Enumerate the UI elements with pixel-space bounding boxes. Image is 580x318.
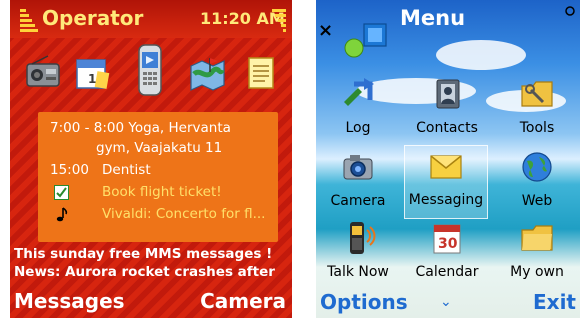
softkey-right-camera[interactable]: Camera	[200, 289, 286, 313]
talk-now-icon	[340, 220, 376, 256]
cloud-decoration	[436, 40, 526, 70]
agenda-panel[interactable]: 7:00 - 8:00 Yoga, Hervanta gym, Vaajakat…	[38, 112, 278, 242]
battery-icon	[272, 6, 286, 32]
track-title: Vivaldi: Concerto for fl...	[102, 206, 266, 222]
status-bar: Operator 11:20 AM	[10, 0, 292, 38]
ticker-line[interactable]: This sunday free MMS messages !	[14, 246, 272, 262]
todo-title: Book flight ticket!	[102, 184, 222, 200]
contacts-icon	[429, 76, 465, 112]
calendar-day: 30	[438, 236, 458, 252]
menu-item-my-own[interactable]: My own	[496, 218, 578, 290]
agenda-title: Dentist	[102, 162, 151, 178]
softkey-middle-chevron-down-icon[interactable]: ⌄	[440, 294, 452, 310]
menu-item-label: Messaging	[408, 192, 484, 208]
music-note-icon	[54, 207, 69, 222]
shortcut-bar: 1	[10, 44, 292, 102]
signal-icon	[564, 2, 576, 16]
menu-item-label: Contacts	[416, 120, 478, 136]
close-icon[interactable]: ×	[318, 20, 333, 41]
menu-item-label: My own	[510, 264, 564, 280]
operator-name: Operator	[42, 6, 144, 30]
softkey-left-messages[interactable]: Messages	[14, 289, 125, 313]
menu-item-tools[interactable]: Tools	[496, 74, 578, 146]
menu-item-label: Web	[521, 193, 553, 209]
menu-item-contacts[interactable]: Contacts	[406, 74, 488, 146]
menu-item-messaging[interactable]: Messaging	[404, 145, 488, 219]
phone-icon[interactable]	[132, 44, 168, 96]
menu-item-talk-now[interactable]: Talk Now	[317, 218, 399, 290]
menu-item-camera[interactable]: Camera	[317, 147, 399, 219]
menu-item-label: Tools	[519, 120, 555, 136]
menu-item-log[interactable]: Log	[317, 74, 399, 146]
web-icon	[519, 149, 555, 185]
radio-icon[interactable]	[24, 54, 62, 92]
menu-item-label: Talk Now	[327, 264, 389, 280]
menu-item-label: Camera	[330, 193, 386, 209]
calendar-icon: 30	[429, 220, 465, 256]
menu-screen: × Menu Log Contacts Tools Camera Messagi…	[316, 0, 580, 318]
standby-screen: Operator 11:20 AM 1 7:00 - 8:00 Yoga, He…	[10, 0, 292, 318]
menu-item-label: Log	[345, 120, 371, 136]
agenda-line: gym, Vaajakatu 11	[96, 140, 223, 156]
tools-icon	[519, 76, 555, 112]
menu-title: Menu	[400, 6, 466, 30]
agenda-time: 15:00	[50, 162, 89, 178]
signal-strength-icon	[20, 6, 38, 32]
menu-item-label: Calendar	[415, 264, 479, 280]
softkey-left-options[interactable]: Options	[320, 290, 408, 314]
my-own-icon	[519, 220, 555, 256]
ticker-line[interactable]: News: Aurora rocket crashes after	[14, 264, 275, 280]
map-icon[interactable]	[188, 54, 226, 92]
menu-item-calendar[interactable]: 30 Calendar	[406, 218, 488, 290]
log-icon	[340, 76, 376, 112]
calendar-shortcut-icon[interactable]: 1	[72, 54, 110, 92]
menu-logo-icon	[342, 18, 396, 62]
messaging-icon	[428, 148, 464, 184]
checkbox-icon	[54, 185, 69, 200]
svg-text:1: 1	[88, 72, 96, 86]
softkey-right-exit[interactable]: Exit	[533, 290, 576, 314]
camera-icon	[340, 149, 376, 185]
menu-item-web[interactable]: Web	[496, 147, 578, 219]
agenda-line: 7:00 - 8:00 Yoga, Hervanta	[50, 120, 231, 136]
notes-icon[interactable]	[242, 54, 280, 92]
